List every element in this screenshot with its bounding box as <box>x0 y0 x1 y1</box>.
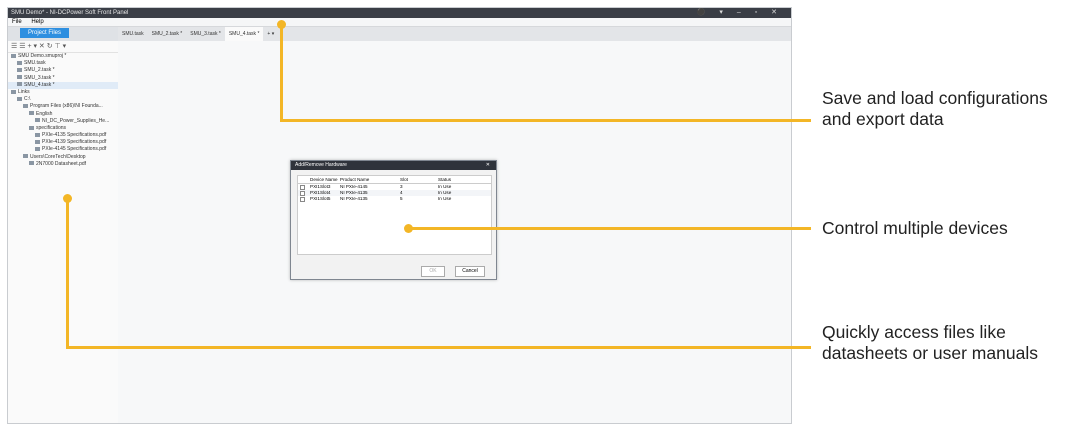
table-cell: NI PXIe-4135 <box>340 196 368 201</box>
tree-item-label: specifications <box>36 124 67 131</box>
column-header[interactable]: Device Name <box>310 176 338 183</box>
table-cell: In Use <box>438 196 452 201</box>
table-cell: 5 <box>400 196 403 201</box>
project-panel: Project Files ☰ ☰ + ▾ ✕ ↻ ⊤ ▾ SMU Demo.s… <box>8 27 119 423</box>
file-icon <box>17 96 22 101</box>
callout-line <box>280 119 811 122</box>
tree-item-label: SMU_3.task * <box>24 74 55 81</box>
new-tab-button[interactable]: + ▾ <box>263 27 278 41</box>
tree-item-label: Program Files (x86)\NI Founda... <box>30 103 103 110</box>
tree-item[interactable]: Links <box>8 89 118 96</box>
tree-item-label: 2N7000 Datasheet.pdf <box>36 160 87 167</box>
tree-item-label: PXIe-4139 Specifications.pdf <box>42 139 107 146</box>
tab-project-files[interactable]: Project Files <box>20 28 70 38</box>
table-header: Device Name Product Name Slot Status <box>298 176 491 184</box>
document-tabs: SMU.task SMU_2.task * SMU_3.task * SMU_4.ta… <box>118 27 791 41</box>
tree-item[interactable]: Program Files (x86)\NI Founda... <box>8 103 118 110</box>
tree-item[interactable]: English <box>8 111 118 118</box>
panel-tabstrip: Project Files <box>8 27 118 41</box>
column-header[interactable]: Slot <box>400 176 408 183</box>
file-icon <box>17 75 22 80</box>
file-icon <box>35 139 40 144</box>
title-bar: SMU Demo* - NI-DCPower Soft Front Panel … <box>8 8 791 18</box>
menu-file[interactable]: File <box>12 19 22 25</box>
tree-item-label: SMU_2.task * <box>24 67 55 74</box>
callout-dot <box>277 20 286 29</box>
callout-line <box>407 227 811 230</box>
dialog-title-bar: Add/Remove Hardware ✕ <box>291 161 496 170</box>
doc-tab[interactable]: SMU_2.task * <box>148 27 187 41</box>
dialog-title: Add/Remove Hardware <box>295 162 347 168</box>
file-icon <box>35 132 40 137</box>
tree-item-label: Links <box>18 88 30 95</box>
tree-item-label: SMU Demo.smuproj * <box>18 53 67 59</box>
file-icon <box>17 68 22 73</box>
file-icon <box>35 118 40 123</box>
window-title: SMU Demo* - NI-DCPower Soft Front Panel <box>11 10 129 16</box>
tree-item-label: SMU_4.task * <box>24 81 55 88</box>
doc-tab[interactable]: SMU_4.task * <box>224 27 264 41</box>
tree-item[interactable]: NI_DC_Power_Supplies_He... <box>8 118 118 125</box>
tree-item[interactable]: PXIe-4135 Specifications.pdf <box>8 132 118 139</box>
tree-item[interactable]: SMU.task <box>8 60 118 67</box>
tree-item[interactable]: SMU_2.task * <box>8 67 118 74</box>
tree-item[interactable]: SMU Demo.smuproj * <box>8 53 118 60</box>
callout-line <box>280 25 283 121</box>
table-row[interactable]: PXI1Slot5 NI PXIe-4135 5 In Use <box>298 196 491 202</box>
file-icon <box>17 82 22 87</box>
tree-item[interactable]: SMU_4.task * <box>8 81 118 89</box>
file-icon <box>23 154 28 159</box>
menu-bar: File Help <box>8 18 791 27</box>
project-tree: SMU Demo.smuproj * SMU.task SMU_2.task * SM… <box>8 53 118 168</box>
hardware-table: Device Name Product Name Slot Status PXI1Slo… <box>297 175 492 255</box>
callout-line <box>66 198 69 348</box>
tree-item-label: Users\CoreTech\Desktop <box>30 153 86 160</box>
tree-item-label: SMU.task <box>24 60 46 67</box>
file-icon <box>11 89 16 94</box>
tree-item-label: NI_DC_Power_Supplies_He... <box>42 117 110 124</box>
row-checkbox[interactable] <box>300 197 305 202</box>
add-remove-hardware-dialog: Add/Remove Hardware ✕ Device Name Product… <box>290 160 497 280</box>
callout-line <box>66 346 811 349</box>
tree-item[interactable]: PXIe-4139 Specifications.pdf <box>8 139 118 146</box>
tree-item-label: PXIe-4135 Specifications.pdf <box>42 132 107 139</box>
column-header[interactable]: Product Name <box>340 176 369 183</box>
window-controls[interactable]: ⚫ ▾ – ▫ ✕ <box>697 8 783 18</box>
ok-button[interactable]: OK <box>421 266 445 277</box>
close-icon[interactable]: ✕ <box>486 161 490 170</box>
file-icon <box>11 53 16 58</box>
tree-item[interactable]: PXIe-4145 Specifications.pdf <box>8 146 118 153</box>
column-header[interactable]: Status <box>438 176 451 183</box>
table-cell: PXI1Slot5 <box>310 196 331 201</box>
tree-item[interactable]: Users\CoreTech\Desktop <box>8 154 118 161</box>
doc-tab[interactable]: SMU.task <box>118 27 148 41</box>
tree-item-label: PXIe-4145 Specifications.pdf <box>42 146 107 153</box>
doc-tab[interactable]: SMU_3.task * <box>186 27 225 41</box>
callout-multiple-devices: Control multiple devices <box>822 218 1008 238</box>
file-icon <box>29 161 34 166</box>
file-icon <box>23 103 28 108</box>
file-icon <box>29 111 34 116</box>
tree-item[interactable]: specifications <box>8 125 118 132</box>
cancel-button[interactable]: Cancel <box>455 266 485 277</box>
callout-dot <box>404 224 413 233</box>
file-icon <box>35 147 40 152</box>
menu-help[interactable]: Help <box>31 19 43 25</box>
tree-item[interactable]: SMU_3.task * <box>8 75 118 82</box>
callout-save-load: Save and load configurations and export … <box>822 88 1048 129</box>
file-icon <box>17 60 22 65</box>
tree-item[interactable]: 2N7000 Datasheet.pdf <box>8 161 118 168</box>
project-toolbar[interactable]: ☰ ☰ + ▾ ✕ ↻ ⊤ ▾ <box>8 41 118 53</box>
file-icon <box>29 125 34 130</box>
tree-item[interactable]: C:\ <box>8 96 118 103</box>
tree-item-label: C:\ <box>24 96 31 103</box>
callout-dot <box>63 194 72 203</box>
callout-access-files: Quickly access files like datasheets or … <box>822 322 1038 363</box>
tree-item-label: English <box>36 110 53 117</box>
